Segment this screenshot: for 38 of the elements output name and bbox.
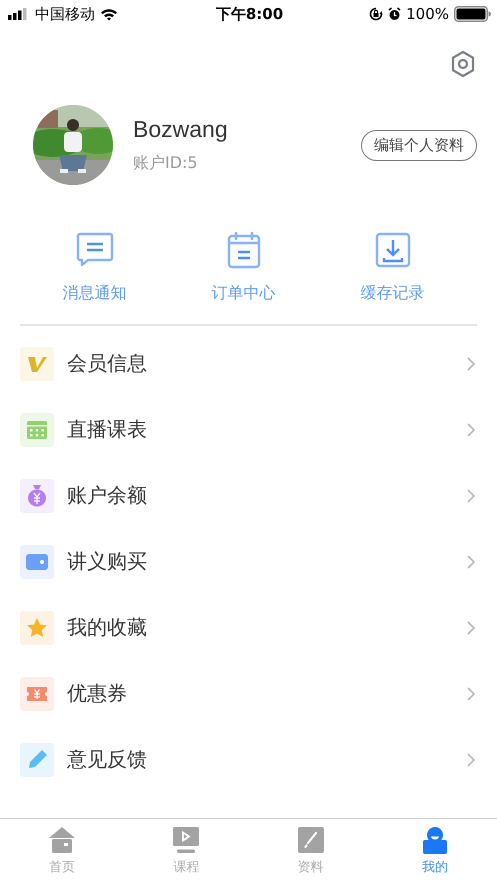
wallet-icon	[20, 544, 54, 578]
account-id: 账户ID:5	[133, 153, 199, 174]
menu-item[interactable]: 讲义购买	[67, 548, 467, 575]
rotation-lock-icon	[369, 7, 384, 21]
vip-icon	[20, 346, 54, 380]
calendar-icon	[20, 412, 54, 446]
person-icon[interactable]	[420, 826, 449, 854]
menu-item[interactable]: 账户余额	[67, 482, 467, 509]
user-name: Bozwang	[133, 116, 229, 143]
coupon-icon	[20, 676, 54, 710]
chevron-right-icon	[467, 422, 475, 436]
menu-item[interactable]: 优惠券	[67, 680, 467, 707]
calendar-icon[interactable]	[226, 231, 260, 269]
download-icon[interactable]	[374, 231, 410, 269]
status-time: 下午8:00	[216, 4, 284, 24]
video-monitor-icon[interactable]	[172, 826, 200, 854]
menu-item[interactable]: 我的收藏	[67, 614, 467, 641]
chevron-right-icon	[467, 686, 475, 700]
alarm-icon	[388, 7, 402, 21]
carrier-name: 中国移动	[35, 4, 95, 24]
pencil-icon	[20, 742, 54, 776]
battery-icon	[454, 6, 491, 22]
house-icon[interactable]	[48, 826, 76, 854]
battery-percent: 100%	[406, 5, 449, 23]
chevron-right-icon	[467, 554, 475, 568]
menu-item[interactable]: 会员信息	[67, 350, 467, 377]
menu-item[interactable]: 直播课表	[67, 416, 467, 443]
chevron-right-icon	[467, 356, 475, 370]
settings-icon[interactable]	[450, 50, 476, 78]
money-bag-icon	[20, 478, 54, 512]
edit-profile-button[interactable]: 编辑个人资料	[361, 130, 477, 160]
message-icon[interactable]	[76, 231, 114, 269]
chevron-right-icon	[467, 620, 475, 634]
wifi-icon	[100, 8, 118, 20]
chevron-right-icon	[467, 488, 475, 502]
menu-item[interactable]: 意见反馈	[67, 746, 467, 773]
pencil-icon[interactable]	[296, 826, 325, 854]
chevron-right-icon	[467, 752, 475, 766]
